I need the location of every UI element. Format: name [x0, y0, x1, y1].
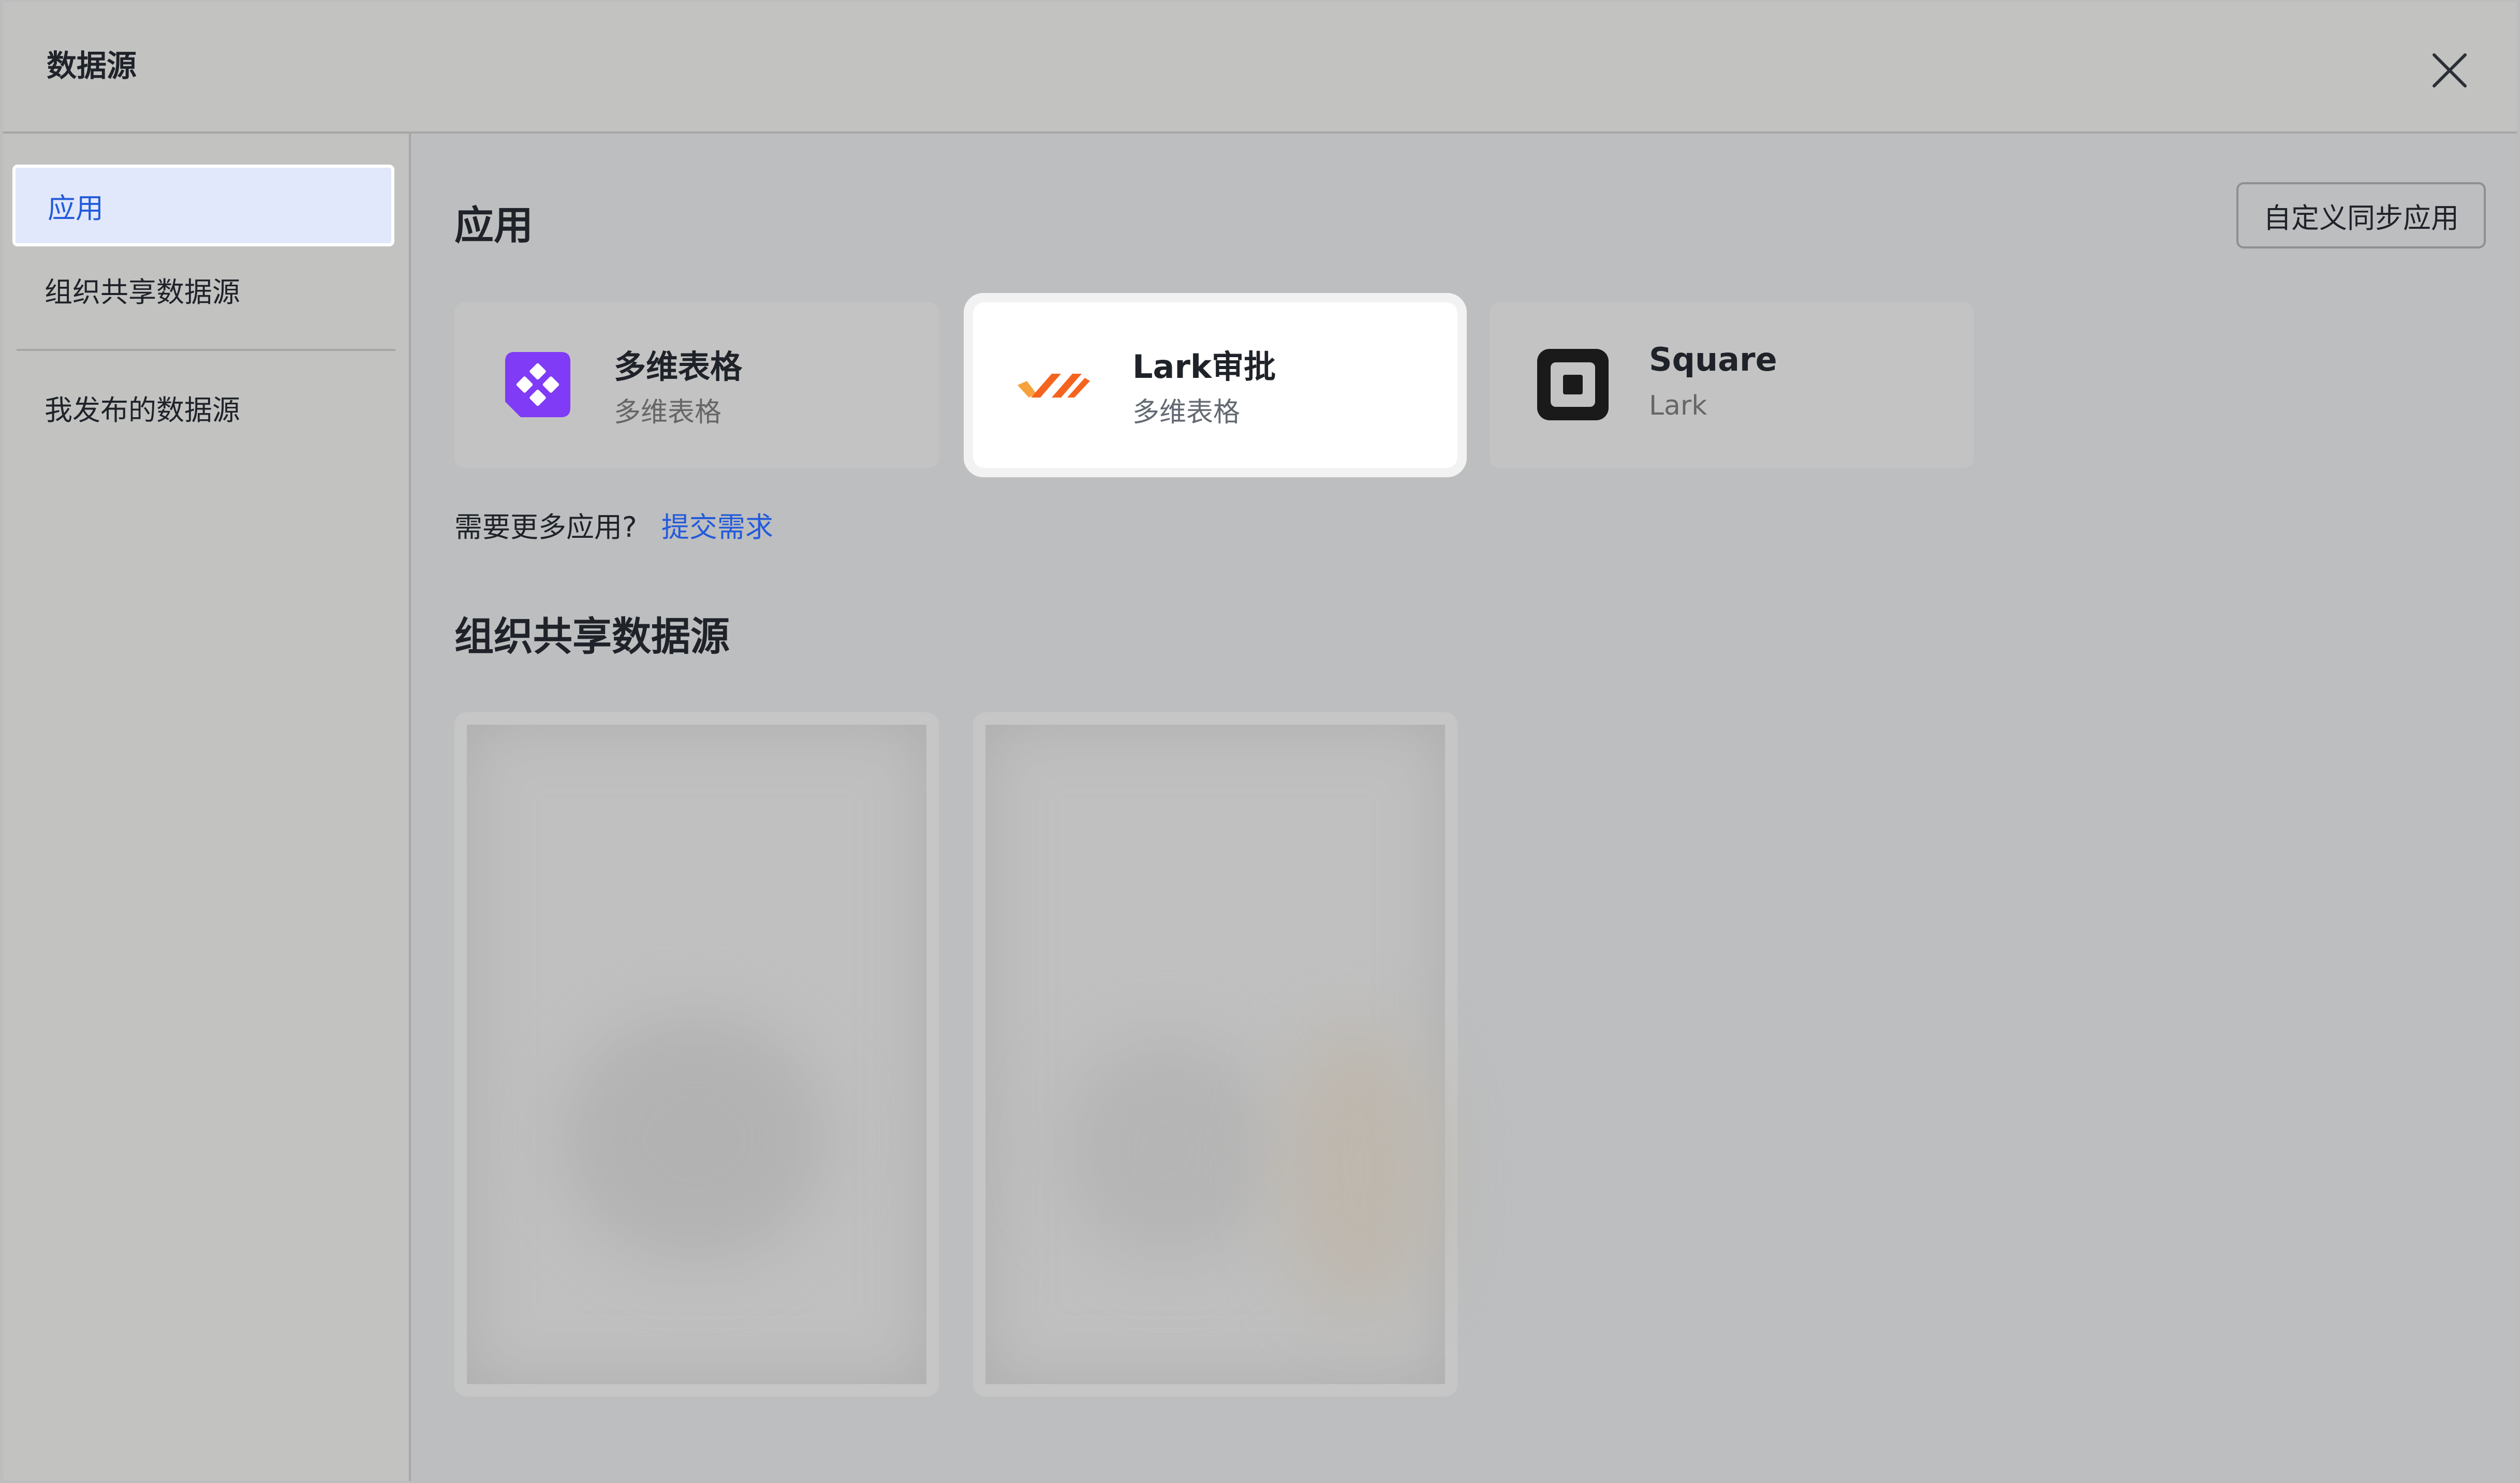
dialog-header: 数据源 — [3, 2, 2517, 134]
data-source-dialog: 数据源 应用 组织共享数据源 我发布的数据源 应用 自定义同步应用 多维表格 多… — [3, 2, 2517, 1481]
sidebar-item-my-published[interactable]: 我发布的数据源 — [12, 366, 394, 448]
app-card-square[interactable]: Square Lark — [1490, 302, 1974, 468]
main-content: 应用 自定义同步应用 多维表格 多维表格 Lark审批 多维表格 Square … — [411, 134, 2517, 1481]
app-name: Lark审批 — [1132, 348, 1276, 386]
custom-sync-app-button[interactable]: 自定义同步应用 — [2236, 182, 2486, 248]
app-card-bitable[interactable]: 多维表格 多维表格 — [454, 302, 939, 468]
more-apps-prompt: 需要更多应用? — [454, 511, 637, 544]
sidebar-item-apps[interactable]: 应用 — [12, 165, 394, 246]
placeholder-blur — [560, 1015, 829, 1263]
submit-request-link[interactable]: 提交需求 — [661, 511, 773, 544]
approval-icon — [1018, 374, 1090, 398]
sidebar-divider — [17, 349, 395, 351]
shared-data-source-card[interactable] — [973, 712, 1457, 1397]
app-card-lark-approval[interactable]: Lark审批 多维表格 — [964, 293, 1467, 477]
more-apps-row: 需要更多应用? 提交需求 — [454, 504, 773, 545]
shared-section-title: 组织共享数据源 — [454, 613, 730, 659]
placeholder-blur — [1058, 1035, 1275, 1263]
close-icon — [2433, 53, 2467, 87]
placeholder-blur — [1275, 1025, 1441, 1315]
bitable-icon — [505, 352, 570, 417]
close-button[interactable] — [2424, 45, 2475, 96]
sidebar-item-org-shared[interactable]: 组织共享数据源 — [12, 248, 394, 330]
dialog-title: 数据源 — [47, 48, 137, 83]
sidebar: 应用 组织共享数据源 我发布的数据源 — [3, 134, 411, 1481]
app-subtitle: 多维表格 — [1132, 397, 1241, 428]
shared-data-source-card[interactable] — [454, 712, 939, 1397]
app-name: 多维表格 — [614, 348, 743, 386]
app-subtitle: 多维表格 — [614, 397, 722, 428]
square-icon — [1537, 349, 1609, 420]
app-subtitle: Lark — [1649, 390, 1707, 421]
apps-section-title: 应用 — [454, 202, 533, 248]
app-name: Square — [1649, 341, 1777, 378]
